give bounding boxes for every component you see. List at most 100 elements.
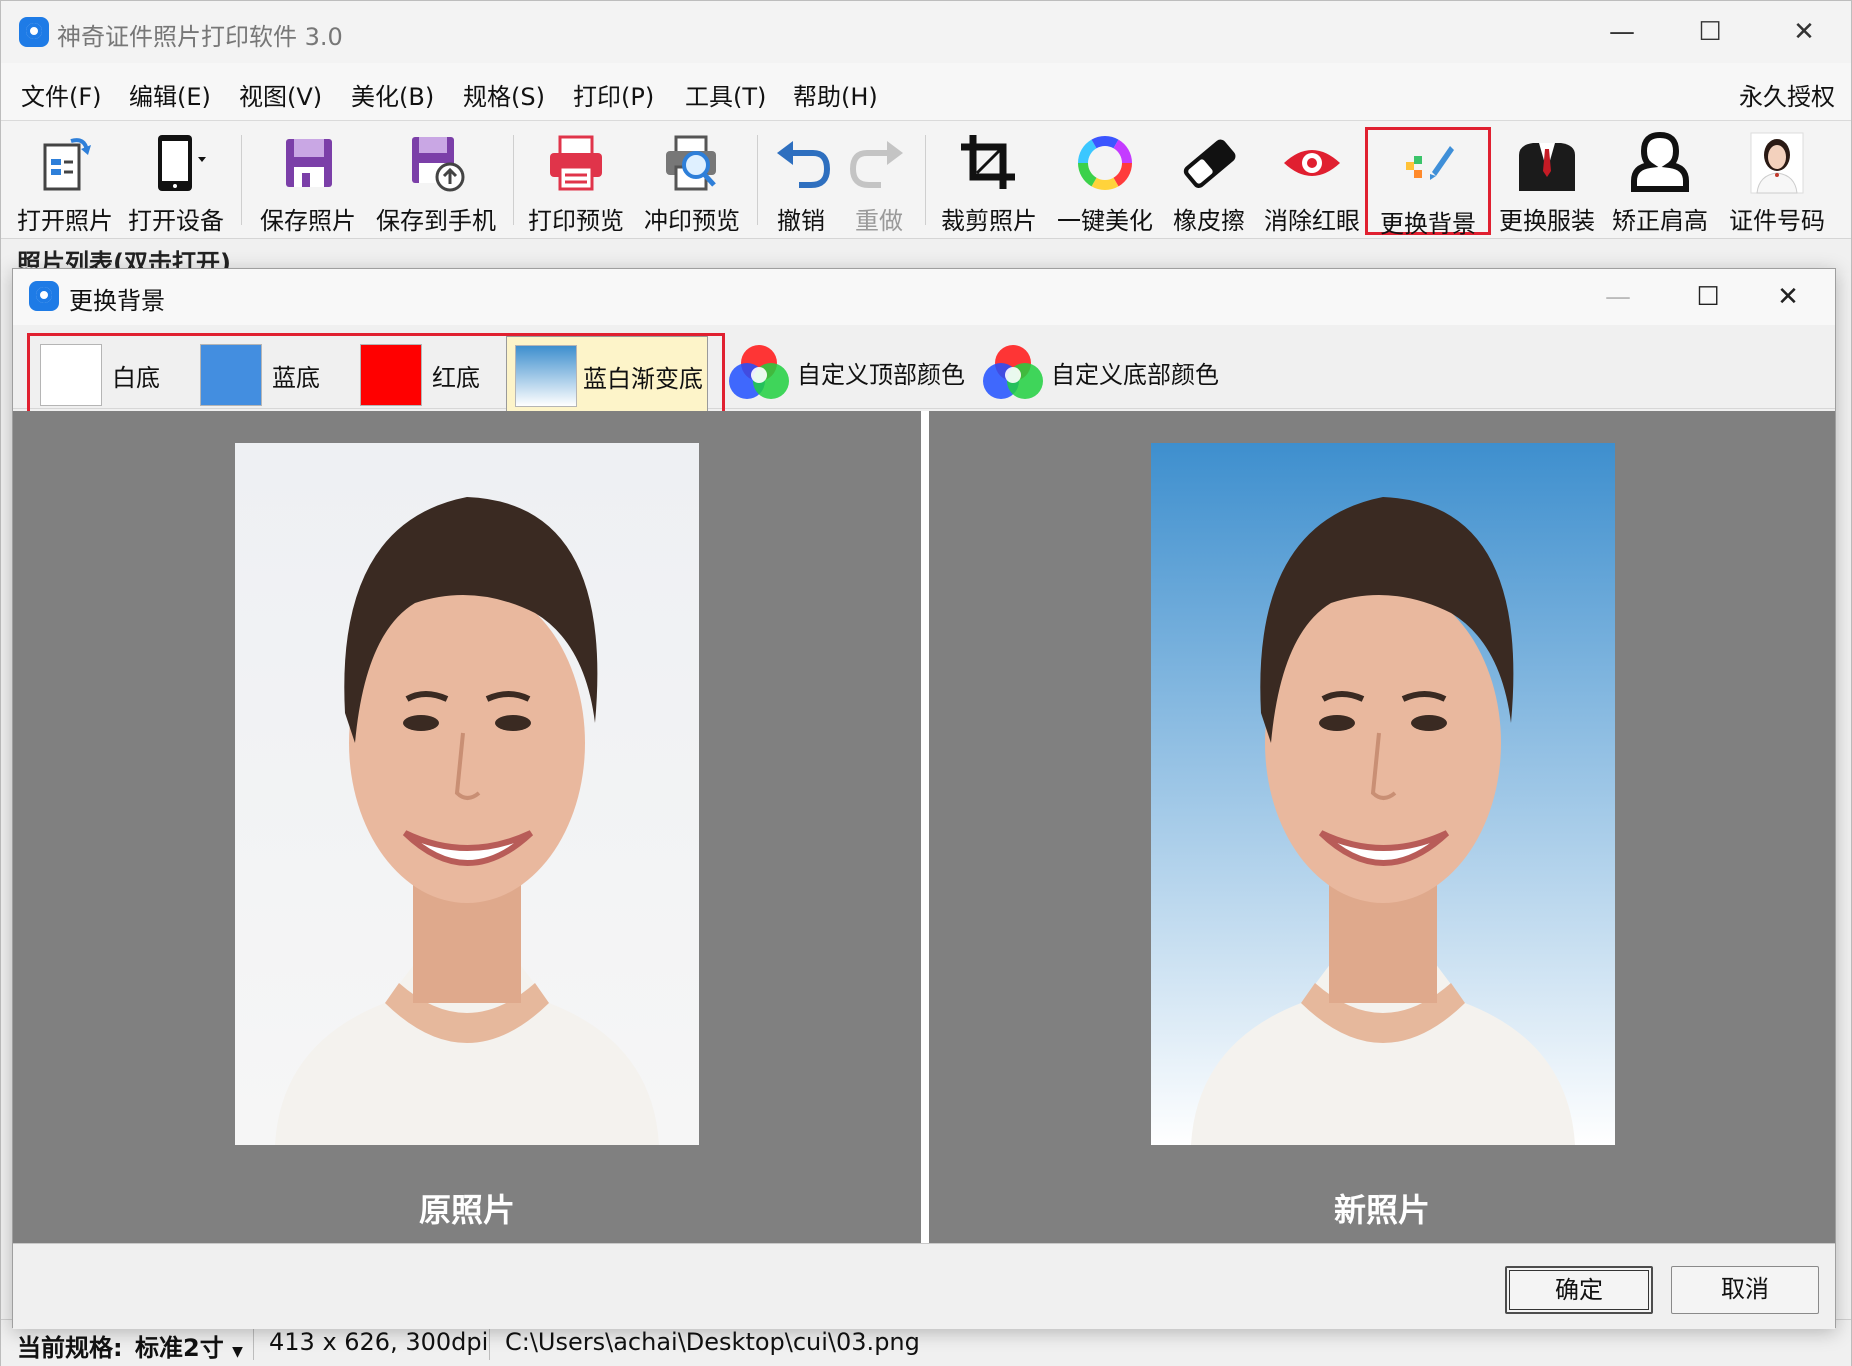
crop-photo-label: 裁剪照片	[941, 207, 1037, 235]
menu-view[interactable]: 视图(V)	[239, 77, 322, 112]
cancel-button[interactable]: 取消	[1671, 1266, 1819, 1314]
title-bar: 神奇证件照片打印软件 3.0 — ☐ ✕	[1, 1, 1851, 63]
toolbar-separator	[757, 135, 758, 225]
new-photo	[1151, 443, 1615, 1145]
correct-shoulder-button[interactable]: 矫正肩高	[1607, 127, 1713, 235]
rgb-circles-icon	[729, 345, 789, 399]
eraser-button[interactable]: 橡皮擦	[1165, 127, 1253, 235]
app-logo-icon	[19, 17, 49, 47]
spec-selector[interactable]: 标准2寸 ▼	[135, 1328, 243, 1363]
new-photo-pane: 新照片	[929, 411, 1835, 1243]
blue-white-gradient-button[interactable]: 蓝白渐变底	[506, 336, 708, 412]
dialog-title-bar: 更换背景 — ☐ ✕	[13, 269, 1835, 325]
background-preset-group: 白底 蓝底 红底 蓝白渐变底	[27, 333, 725, 415]
dialog-close-button[interactable]: ✕	[1753, 275, 1823, 319]
menu-help[interactable]: 帮助(H)	[793, 77, 878, 112]
id-number-button[interactable]: 证件号码	[1721, 127, 1833, 235]
rgb-circles-icon	[983, 345, 1043, 399]
menu-edit[interactable]: 编辑(E)	[129, 77, 211, 112]
one-click-beautify-button[interactable]: 一键美化	[1051, 127, 1159, 235]
menu-file[interactable]: 文件(F)	[21, 77, 102, 112]
suit-icon	[1519, 143, 1575, 191]
red-eye-icon	[1284, 150, 1340, 176]
save-photo-button[interactable]: 保存照片	[253, 127, 363, 235]
save-to-phone-label: 保存到手机	[376, 207, 496, 235]
open-device-button[interactable]: 打开设备	[123, 127, 229, 235]
undo-button[interactable]: 撤销	[765, 127, 837, 235]
eraser-icon	[1183, 139, 1236, 188]
pane-divider	[921, 411, 929, 1243]
dialog-app-icon	[29, 281, 59, 311]
red-background-button[interactable]: 红底	[352, 336, 502, 412]
white-background-button[interactable]: 白底	[32, 336, 182, 412]
change-background-label: 更换背景	[1380, 210, 1476, 238]
dialog-minimize-button[interactable]: —	[1583, 275, 1653, 319]
open-photo-icon	[43, 138, 91, 191]
status-separator	[489, 1328, 490, 1360]
image-size: 413 x 626, 300dpi	[269, 1328, 489, 1356]
white-swatch	[40, 344, 102, 406]
save-to-phone-icon	[412, 137, 465, 192]
original-photo	[235, 443, 699, 1145]
remove-red-eye-label: 消除红眼	[1264, 207, 1360, 235]
menu-beautify[interactable]: 美化(B)	[351, 77, 434, 112]
printer-icon	[550, 135, 602, 191]
ok-button[interactable]: 确定	[1505, 1266, 1653, 1314]
custom-bottom-color-button[interactable]: 自定义底部颜色	[979, 335, 1229, 405]
status-separator	[253, 1328, 254, 1360]
correct-shoulder-label: 矫正肩高	[1612, 207, 1708, 235]
id-photo-icon	[1750, 132, 1804, 194]
toolbar-separator	[925, 135, 926, 225]
window-title: 神奇证件照片打印软件 3.0	[57, 23, 343, 51]
shoulder-icon	[1631, 131, 1689, 192]
spec-value: 标准2寸	[135, 1334, 224, 1362]
dialog-maximize-button[interactable]: ☐	[1673, 275, 1743, 319]
toolbar-separator	[241, 135, 242, 225]
photo-print-preview-button[interactable]: 冲印预览	[637, 127, 747, 235]
minimize-button[interactable]: —	[1587, 9, 1657, 55]
new-photo-caption: 新照片	[1333, 1191, 1430, 1229]
crop-photo-button[interactable]: 裁剪照片	[935, 127, 1043, 235]
dialog-footer: 确定 取消	[13, 1243, 1835, 1329]
change-clothing-button[interactable]: 更换服装	[1495, 127, 1599, 235]
red-background-label: 红底	[432, 364, 480, 392]
background-toolbar: 白底 蓝底 红底 蓝白渐变底 自定义顶部颜色 自定义底部颜色	[13, 325, 1835, 415]
open-device-label: 打开设备	[128, 207, 224, 235]
gradient-swatch	[515, 345, 577, 407]
undo-icon	[777, 141, 831, 188]
maximize-button[interactable]: ☐	[1675, 9, 1745, 55]
chevron-down-icon: ▼	[232, 1344, 243, 1360]
print-preview-label: 打印预览	[528, 207, 624, 235]
change-background-icon	[1406, 146, 1454, 180]
custom-top-color-button[interactable]: 自定义顶部颜色	[725, 335, 975, 405]
one-click-beautify-label: 一键美化	[1057, 207, 1153, 235]
id-number-label: 证件号码	[1729, 207, 1825, 235]
remove-red-eye-button[interactable]: 消除红眼	[1259, 127, 1365, 235]
blue-background-label: 蓝底	[272, 364, 320, 392]
color-wheel-icon	[1078, 136, 1132, 190]
photo-print-preview-label: 冲印预览	[644, 207, 740, 235]
custom-bottom-color-label: 自定义底部颜色	[1051, 361, 1219, 389]
save-icon	[286, 139, 332, 187]
redo-label: 重做	[855, 207, 903, 235]
license-label[interactable]: 永久授权	[1739, 77, 1835, 112]
menu-tools[interactable]: 工具(T)	[685, 77, 766, 112]
redo-button[interactable]: 重做	[843, 127, 915, 235]
change-background-button[interactable]: 更换背景	[1365, 127, 1491, 238]
blue-background-button[interactable]: 蓝底	[192, 336, 342, 412]
open-photo-button[interactable]: 打开照片	[11, 127, 119, 235]
print-preview-button[interactable]: 打印预览	[523, 127, 629, 235]
phone-device-icon	[158, 135, 206, 191]
print-preview-search-icon	[666, 135, 716, 191]
blue-swatch	[200, 344, 262, 406]
menu-bar: 文件(F) 编辑(E) 视图(V) 美化(B) 规格(S) 打印(P) 工具(T…	[1, 63, 1851, 121]
menu-print[interactable]: 打印(P)	[573, 77, 654, 112]
close-button[interactable]: ✕	[1769, 9, 1839, 55]
menu-spec[interactable]: 规格(S)	[463, 77, 545, 112]
save-to-phone-button[interactable]: 保存到手机	[371, 127, 501, 235]
red-swatch	[360, 344, 422, 406]
change-background-dialog: 更换背景 — ☐ ✕ 白底 蓝底 红底 蓝白渐变底 自定义顶部颜色 自定义底部颜…	[12, 268, 1836, 1329]
original-photo-pane: 原照片	[13, 411, 921, 1243]
eraser-label: 橡皮擦	[1173, 207, 1245, 235]
main-toolbar: 打开照片 打开设备 保存照片 保存到手机 打印预览 冲印预览 撤销 重做 裁剪照…	[1, 121, 1851, 239]
